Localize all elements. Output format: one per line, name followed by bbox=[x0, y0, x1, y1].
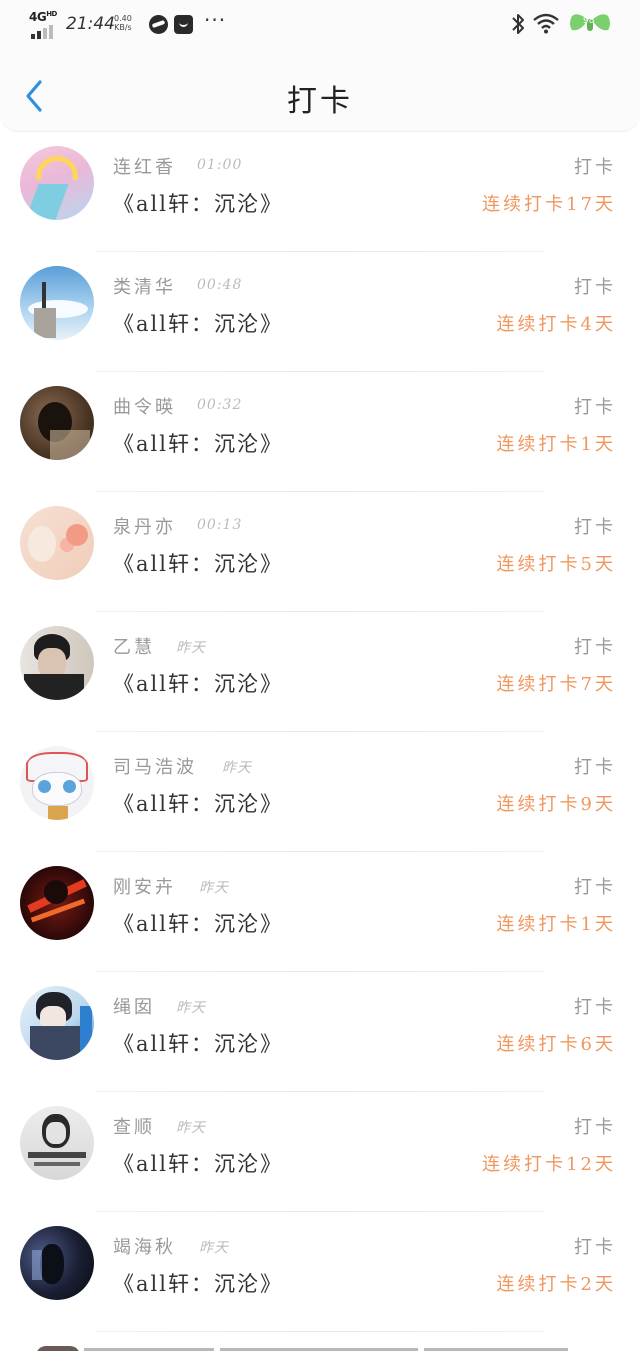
checkin-time: 昨天 bbox=[199, 880, 229, 896]
book-title: 《all轩：沉沦》 bbox=[113, 1272, 283, 1296]
checkin-label: 打卡 bbox=[574, 1117, 616, 1138]
list-item[interactable]: 泉丹亦 00:13 《all轩：沉沦》 打卡 连续打卡5天 bbox=[0, 492, 640, 612]
avatar bbox=[36, 1346, 80, 1351]
speed-value: 0.40 bbox=[114, 14, 132, 23]
book-title: 《all轩：沉沦》 bbox=[113, 432, 283, 456]
checkin-time: 00:48 bbox=[197, 277, 243, 293]
checkin-label: 打卡 bbox=[574, 1237, 616, 1258]
streak-count: 连续打卡6天 bbox=[496, 1034, 616, 1055]
avatar bbox=[20, 746, 94, 820]
user-name: 绳囡 bbox=[113, 997, 155, 1018]
user-name: 类清华 bbox=[113, 277, 176, 298]
book-title: 《all轩：沉沦》 bbox=[113, 912, 283, 936]
status-time: 21:44 bbox=[66, 14, 115, 34]
app-notification-icon bbox=[149, 15, 168, 34]
nav-header: 打卡 bbox=[0, 48, 640, 132]
checkin-time: 昨天 bbox=[176, 1120, 206, 1136]
checkin-label: 打卡 bbox=[574, 517, 616, 538]
wifi-icon bbox=[533, 13, 559, 34]
avatar bbox=[20, 146, 94, 220]
checkin-label: 打卡 bbox=[574, 397, 616, 418]
avatar bbox=[20, 266, 94, 340]
user-name: 刚安卉 bbox=[113, 877, 176, 898]
network-hd: HD bbox=[46, 10, 57, 18]
checkin-label: 打卡 bbox=[574, 877, 616, 898]
user-name: 竭海秋 bbox=[113, 1237, 176, 1258]
page-title: 打卡 bbox=[287, 84, 353, 119]
checkin-time: 01:00 bbox=[197, 157, 243, 173]
avatar bbox=[20, 386, 94, 460]
list-item[interactable]: 曲令暎 00:32 《all轩：沉沦》 打卡 连续打卡1天 bbox=[0, 372, 640, 492]
streak-count: 连续打卡7天 bbox=[496, 674, 616, 695]
checkin-time: 昨天 bbox=[222, 760, 252, 776]
checkin-time: 00:13 bbox=[197, 517, 243, 533]
book-title: 《all轩：沉沦》 bbox=[113, 552, 283, 576]
checkin-time: 昨天 bbox=[199, 1240, 229, 1256]
book-title: 《all轩：沉沦》 bbox=[113, 1032, 283, 1056]
book-title: 《all轩：沉沦》 bbox=[113, 792, 283, 816]
streak-count: 连续打卡1天 bbox=[496, 434, 616, 455]
list-item[interactable]: 刚安卉 昨天 《all轩：沉沦》 打卡 连续打卡1天 bbox=[0, 852, 640, 972]
streak-count: 连续打卡1天 bbox=[496, 914, 616, 935]
checkin-time: 昨天 bbox=[176, 640, 206, 656]
checkin-list: 连红香 01:00 《all轩：沉沦》 打卡 连续打卡17天 类清华 00:48… bbox=[0, 132, 640, 1332]
network-indicator: 4GHD bbox=[29, 10, 57, 24]
user-name: 曲令暎 bbox=[113, 397, 176, 418]
user-name: 查顺 bbox=[113, 1117, 155, 1138]
avatar bbox=[20, 986, 94, 1060]
avatar bbox=[20, 626, 94, 700]
streak-count: 连续打卡17天 bbox=[482, 194, 616, 215]
streak-count: 连续打卡2天 bbox=[496, 1274, 616, 1295]
avatar bbox=[20, 866, 94, 940]
speed-unit: KB/s bbox=[114, 23, 132, 32]
screen: 4GHD 21:44 0.40 KB/s ··· 98 打卡 连红香 01:00… bbox=[0, 0, 640, 1351]
more-notifications-icon: ··· bbox=[204, 8, 227, 32]
checkin-label: 打卡 bbox=[574, 757, 616, 778]
checkin-time: 昨天 bbox=[176, 1000, 206, 1016]
next-list-item-peek bbox=[0, 1338, 640, 1351]
streak-count: 连续打卡5天 bbox=[496, 554, 616, 575]
signal-icon bbox=[31, 25, 53, 39]
user-name: 连红香 bbox=[113, 157, 176, 178]
checkin-label: 打卡 bbox=[574, 637, 616, 658]
user-name: 乙慧 bbox=[113, 637, 155, 658]
bluetooth-icon bbox=[512, 14, 524, 34]
list-item[interactable]: 类清华 00:48 《all轩：沉沦》 打卡 连续打卡4天 bbox=[0, 252, 640, 372]
book-title: 《all轩：沉沦》 bbox=[113, 1152, 283, 1176]
avatar bbox=[20, 506, 94, 580]
list-item[interactable]: 司马浩波 昨天 《all轩：沉沦》 打卡 连续打卡9天 bbox=[0, 732, 640, 852]
user-name: 司马浩波 bbox=[113, 757, 197, 778]
streak-count: 连续打卡12天 bbox=[482, 1154, 616, 1175]
checkin-label: 打卡 bbox=[574, 997, 616, 1018]
book-title: 《all轩：沉沦》 bbox=[113, 312, 283, 336]
network-speed: 0.40 KB/s bbox=[114, 14, 132, 32]
user-name: 泉丹亦 bbox=[113, 517, 176, 538]
battery-level: 98 bbox=[583, 16, 595, 26]
checkin-label: 打卡 bbox=[574, 157, 616, 178]
checkin-label: 打卡 bbox=[574, 277, 616, 298]
streak-count: 连续打卡4天 bbox=[496, 314, 616, 335]
network-type: 4G bbox=[29, 10, 47, 24]
list-item[interactable]: 绳囡 昨天 《all轩：沉沦》 打卡 连续打卡6天 bbox=[0, 972, 640, 1092]
avatar bbox=[20, 1106, 94, 1180]
status-bar: 4GHD 21:44 0.40 KB/s ··· 98 bbox=[0, 0, 640, 48]
list-item[interactable]: 乙慧 昨天 《all轩：沉沦》 打卡 连续打卡7天 bbox=[0, 612, 640, 732]
list-item[interactable]: 连红香 01:00 《all轩：沉沦》 打卡 连续打卡17天 bbox=[0, 132, 640, 252]
streak-count: 连续打卡9天 bbox=[496, 794, 616, 815]
shopping-bag-icon bbox=[174, 15, 193, 34]
book-title: 《all轩：沉沦》 bbox=[113, 192, 283, 216]
checkin-time: 00:32 bbox=[197, 397, 243, 413]
list-item[interactable]: 查顺 昨天 《all轩：沉沦》 打卡 连续打卡12天 bbox=[0, 1092, 640, 1212]
book-title: 《all轩：沉沦》 bbox=[113, 672, 283, 696]
list-item[interactable]: 竭海秋 昨天 《all轩：沉沦》 打卡 连续打卡2天 bbox=[0, 1212, 640, 1332]
avatar bbox=[20, 1226, 94, 1300]
